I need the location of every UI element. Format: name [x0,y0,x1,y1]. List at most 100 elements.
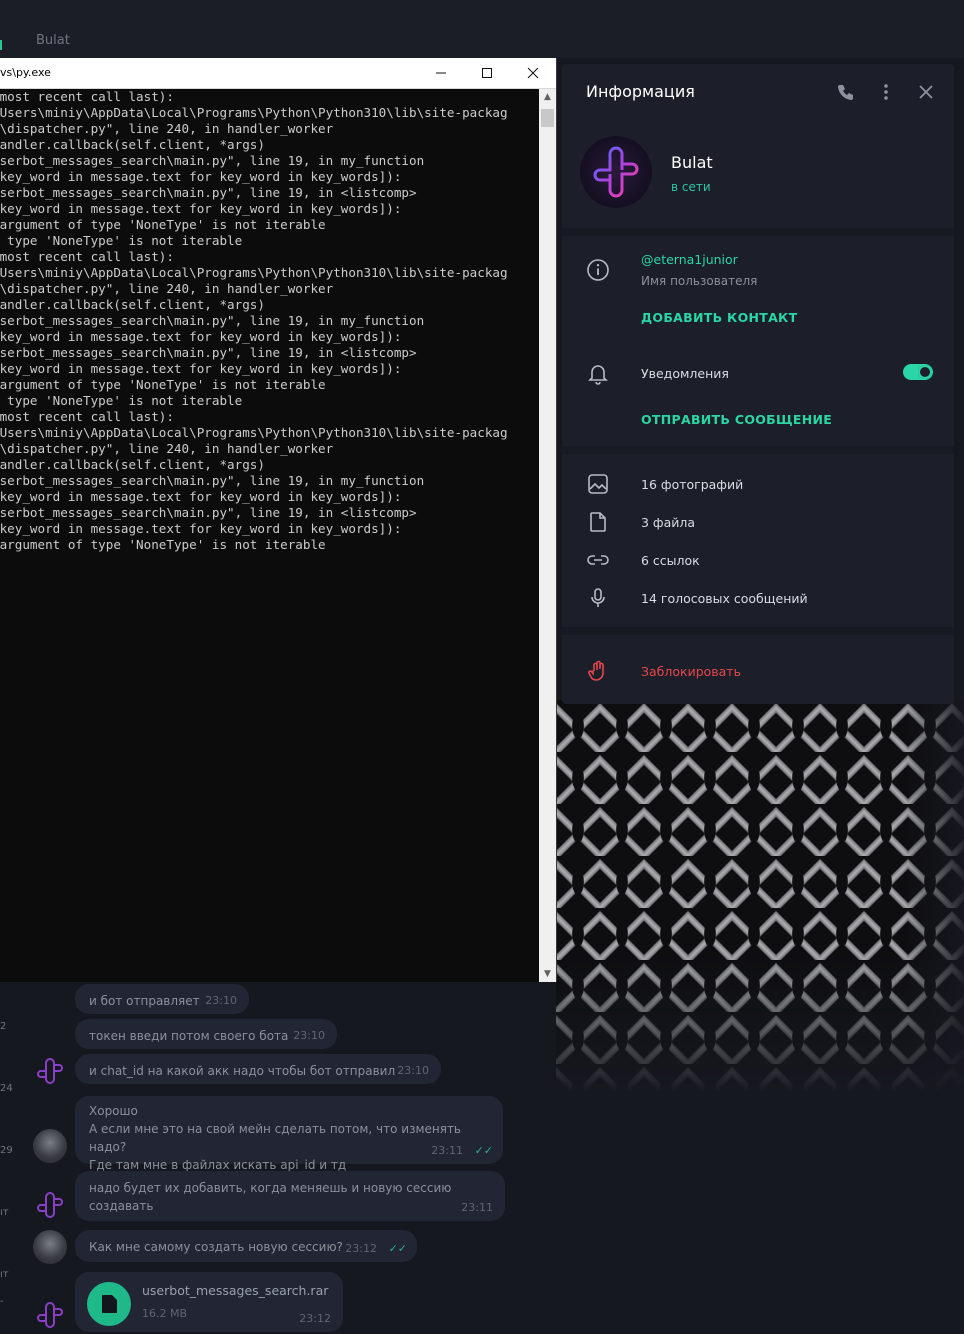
info-panel: Информация Bulat в сети @eterna1junior И… [562,64,954,704]
bot-logo-icon [593,146,639,198]
side-number: - [0,1296,4,1307]
side-number: 24 [0,1083,13,1094]
section-divider [562,446,954,454]
file-download-button[interactable] [87,1282,131,1326]
message-text: и chat_id на какой акк надо чтобы бот от… [89,1064,396,1078]
scroll-thumb[interactable] [541,109,554,127]
console-line: [key_word in message.text for key_word i… [0,201,402,216]
console-line: \Users\miniy\AppData\Local\Programs\Pyth… [0,425,508,440]
console-line: \Users\miniy\AppData\Local\Programs\Pyth… [0,265,508,280]
file-icon [590,512,606,532]
media-links-link[interactable]: 6 ссылок [641,553,700,568]
console-line: userbot_messages_search\main.py", line 1… [0,153,425,168]
console-line: [key_word in message.text for key_word i… [0,329,402,344]
console-line: [key_word in message.text for key_word i… [0,361,402,376]
media-voice-link[interactable]: 14 голосовых сообщений [641,591,808,606]
notifications-toggle[interactable] [903,364,933,380]
console-line: userbot_messages_search\main.py", line 1… [0,313,425,328]
notifications-label: Уведомления [641,366,729,381]
message-time: 23:11 [431,1144,463,1157]
console-line: (most recent call last): [0,409,174,424]
microphone-icon [591,588,605,607]
console-title: vs\py.exe [0,66,51,79]
close-button[interactable] [510,58,556,88]
bot-logo-icon[interactable] [33,1188,67,1222]
message-time: 23:10 [293,1029,325,1042]
message-bubble[interactable]: Хорошо А если мне это на свой мейн сдела… [75,1096,503,1172]
bot-logo-icon[interactable] [33,1298,67,1332]
console-line: argument of type 'NoneType' is not itera… [0,217,326,232]
message-bubble[interactable]: Как мне самому создать новую сессию? 23:… [75,1230,417,1262]
console-line: handler.callback(self.client, *args) [0,297,265,312]
file-size: 16.2 MB [142,1307,188,1320]
scroll-up-icon[interactable]: ▲ [539,89,556,105]
avatar[interactable] [33,1230,67,1264]
file-icon [102,1295,117,1313]
bot-logo-icon[interactable] [33,1054,67,1088]
console-line: (most recent call last): [0,89,174,104]
message-text: токен введи потом своего бота [89,1029,289,1043]
username-label: Имя пользователя [641,274,758,288]
console-line: f type 'NoneType' is not iterable [0,233,243,248]
message-time: 23:10 [205,994,237,1007]
message-text: Хорошо [89,1104,138,1118]
file-message[interactable]: userbot_messages_search.rar 16.2 MB 23:1… [75,1272,343,1332]
block-user-button[interactable]: Заблокировать [641,664,741,679]
message-text: создавать [89,1199,154,1213]
console-window[interactable]: vs\py.exe (most recent call last): \Users… [0,58,557,982]
console-line: [key_word in message.text for key_word i… [0,169,402,184]
message-bubble[interactable]: надо будет их добавить, когда меняешь и … [75,1171,505,1221]
chat-title[interactable]: Bulat [36,33,70,48]
console-titlebar[interactable]: vs\py.exe [0,58,556,89]
console-line: \Users\miniy\AppData\Local\Programs\Pyth… [0,105,508,120]
minimize-button[interactable] [418,58,464,88]
message-text: А если мне это на свой мейн сделать пото… [89,1122,462,1154]
photo-icon [588,474,608,494]
console-line: (most recent call last): [0,249,174,264]
avatar[interactable] [33,1129,67,1163]
console-line: [key_word in message.text for key_word i… [0,521,402,536]
link-icon [587,555,609,565]
profile-avatar[interactable] [580,136,652,208]
console-line: n\dispatcher.py", line 240, in handler_w… [0,441,334,456]
bell-icon [588,365,608,385]
minimize-icon [436,72,446,74]
send-message-button[interactable]: ОТПРАВИТЬ СООБЩЕНИЕ [641,412,832,427]
message-time: 23:12 [299,1312,331,1325]
message-time: 23:11 [461,1201,493,1214]
message-bubble[interactable]: и chat_id на какой акк надо чтобы бот от… [75,1054,441,1084]
message-bubble[interactable]: токен введи потом своего бота 23:10 [75,1019,337,1049]
side-number: ıт [0,1207,9,1218]
message-text: и бот отправляет [89,994,200,1008]
message-time: 23:10 [397,1064,429,1077]
console-line: userbot_messages_search\main.py", line 1… [0,505,417,520]
console-line: handler.callback(self.client, *args) [0,457,265,472]
console-line: f type 'NoneType' is not iterable [0,393,243,408]
maximize-button[interactable] [464,58,510,88]
side-number: 29 [0,1145,13,1156]
console-line: userbot_messages_search\main.py", line 1… [0,473,425,488]
console-output[interactable]: (most recent call last): \Users\miniy\App… [0,89,538,979]
message-text: надо будет их добавить, когда меняешь и … [89,1181,452,1195]
username-value[interactable]: @eterna1junior [641,252,738,267]
wallpaper-fade [556,700,964,1334]
scroll-down-icon[interactable]: ▼ [539,966,556,982]
read-check-icon: ✓✓ [388,1242,407,1255]
message-bubble[interactable]: и бот отправляет 23:10 [75,984,249,1014]
console-line: argument of type 'NoneType' is not itera… [0,537,326,552]
message-time: 23:12 [345,1242,377,1255]
media-photos-link[interactable]: 16 фотографий [641,477,743,492]
add-contact-button[interactable]: ДОБАВИТЬ КОНТАКТ [641,310,797,325]
info-icon [587,259,609,281]
phone-icon[interactable] [836,82,856,102]
close-icon[interactable] [916,82,936,102]
media-files-link[interactable]: 3 файла [641,515,695,530]
console-line: [key_word in message.text for key_word i… [0,489,402,504]
file-name[interactable]: userbot_messages_search.rar [142,1282,328,1300]
console-scrollbar[interactable]: ▲ ▼ [539,89,556,982]
profile-section: Bulat в сети [562,120,954,232]
profile-status: в сети [671,180,711,194]
more-vertical-icon[interactable] [876,82,896,102]
console-line: n\dispatcher.py", line 240, in handler_w… [0,121,334,136]
console-line: argument of type 'NoneType' is not itera… [0,377,326,392]
